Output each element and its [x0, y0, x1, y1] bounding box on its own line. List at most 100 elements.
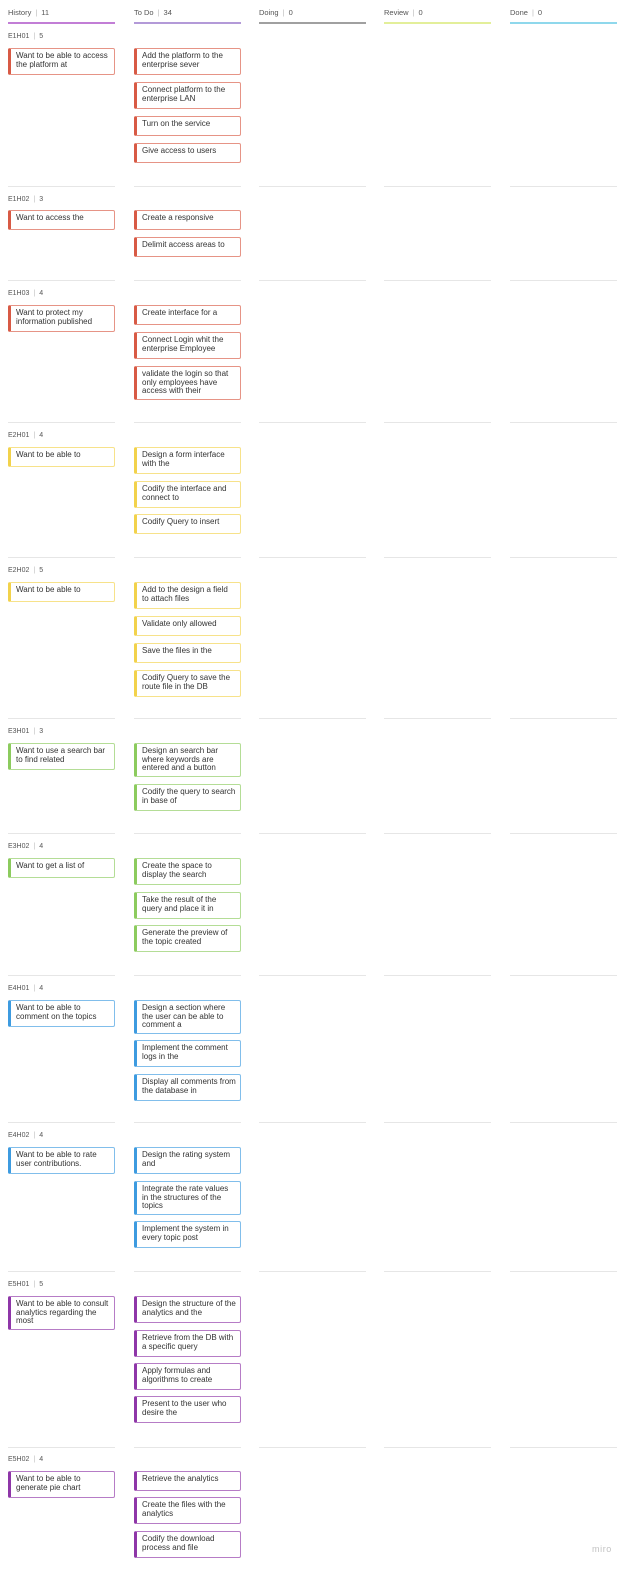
todo-card[interactable]: Delimit access areas to: [134, 237, 241, 257]
count-separator: |: [33, 1281, 36, 1288]
todo-card[interactable]: Implement the comment logs in the: [134, 1040, 241, 1067]
column-header-review[interactable]: Review | 0: [384, 0, 491, 25]
swimlane-id: E5H02: [8, 1456, 30, 1463]
todo-card[interactable]: validate the login so that only employee…: [134, 366, 241, 400]
swimlane-divider: [259, 422, 366, 423]
swimlane-divider: [134, 718, 241, 719]
swimlane-label-e3h01[interactable]: E3H01 | 3: [8, 728, 43, 735]
swimlane-count: 3: [39, 728, 44, 735]
history-card[interactable]: Want to be able to generate pie chart: [8, 1471, 115, 1498]
todo-card[interactable]: Apply formulas and algorithms to create: [134, 1363, 241, 1390]
count-separator: |: [33, 196, 36, 203]
swimlane-divider: [134, 1122, 241, 1123]
column-header-doing[interactable]: Doing | 0: [259, 0, 366, 25]
swimlane-divider: [134, 557, 241, 558]
kanban-board: History | 11 To Do | 34 Doing | 0 Review | 0 Done | 0 E…: [0, 0, 632, 1580]
todo-card[interactable]: Design the rating system and: [134, 1147, 241, 1174]
column-header-done[interactable]: Done | 0: [510, 0, 617, 25]
history-card[interactable]: Want to be able to rate user contributio…: [8, 1147, 115, 1174]
todo-card[interactable]: Codify the download process and file: [134, 1531, 241, 1558]
column-color-bar: [510, 22, 617, 24]
todo-card[interactable]: Take the result of the query and place i…: [134, 892, 241, 919]
column-count: 0: [288, 8, 293, 17]
swimlane-divider: [134, 422, 241, 423]
todo-card[interactable]: Turn on the service: [134, 116, 241, 136]
swimlane-divider: [510, 1122, 617, 1123]
swimlane-count: 4: [39, 843, 44, 850]
todo-card[interactable]: Give access to users: [134, 143, 241, 163]
swimlane-divider: [510, 833, 617, 834]
swimlane-label-e1h01[interactable]: E1H01 | 5: [8, 33, 43, 40]
column-title: Done | 0: [510, 8, 542, 17]
todo-card[interactable]: Retrieve the analytics: [134, 1471, 241, 1491]
todo-card[interactable]: Integrate the rate values in the structu…: [134, 1181, 241, 1215]
todo-card[interactable]: Add to the design a field to attach file…: [134, 582, 241, 609]
history-card[interactable]: Want to access the: [8, 210, 115, 230]
swimlane-divider: [259, 833, 366, 834]
history-card[interactable]: Want to be able to access the platform a…: [8, 48, 115, 75]
todo-card[interactable]: Retrieve from the DB with a specific que…: [134, 1330, 241, 1357]
swimlane-divider: [8, 833, 115, 834]
todo-card[interactable]: Codify Query to insert: [134, 514, 241, 534]
todo-card[interactable]: Design an search bar where keywords are …: [134, 743, 241, 777]
todo-card[interactable]: Design a form interface with the: [134, 447, 241, 474]
todo-card[interactable]: Implement the system in every topic post: [134, 1221, 241, 1248]
count-separator: |: [33, 1132, 36, 1139]
swimlane-divider: [510, 718, 617, 719]
todo-card[interactable]: Design a section where the user can be a…: [134, 1000, 241, 1034]
count-separator: |: [33, 728, 36, 735]
swimlane-divider: [384, 280, 491, 281]
column-header-history[interactable]: History | 11: [8, 0, 115, 25]
column-name: To Do: [134, 8, 154, 17]
swimlane-divider: [384, 975, 491, 976]
history-card[interactable]: Want to be able to: [8, 582, 115, 602]
todo-card[interactable]: Codify Query to save the route file in t…: [134, 670, 241, 697]
swimlane-label-e1h02[interactable]: E1H02 | 3: [8, 196, 43, 203]
swimlane-divider: [259, 280, 366, 281]
swimlane-divider: [259, 186, 366, 187]
todo-card[interactable]: Connect Login whit the enterprise Employ…: [134, 332, 241, 359]
history-card[interactable]: Want to protect my information published: [8, 305, 115, 332]
todo-card[interactable]: Create a responsive: [134, 210, 241, 230]
todo-card[interactable]: Save the files in the: [134, 643, 241, 663]
swimlane-label-e5h01[interactable]: E5H01 | 5: [8, 1281, 43, 1288]
history-card[interactable]: Want to be able to comment on the topics: [8, 1000, 115, 1027]
history-card[interactable]: Want to be able to: [8, 447, 115, 467]
swimlane-label-e4h02[interactable]: E4H02 | 4: [8, 1132, 43, 1139]
swimlane-label-e2h02[interactable]: E2H02 | 5: [8, 567, 43, 574]
todo-card[interactable]: Codify the interface and connect to: [134, 481, 241, 508]
todo-card[interactable]: Design the structure of the analytics an…: [134, 1296, 241, 1323]
todo-card[interactable]: Display all comments from the database i…: [134, 1074, 241, 1101]
count-separator: |: [33, 290, 36, 297]
swimlane-divider: [384, 422, 491, 423]
column-name: Doing: [259, 8, 279, 17]
swimlane-label-e5h02[interactable]: E5H02 | 4: [8, 1456, 43, 1463]
swimlane-id: E2H01: [8, 432, 30, 439]
todo-card[interactable]: Add the platform to the enterprise sever: [134, 48, 241, 75]
swimlane-label-e1h03[interactable]: E1H03 | 4: [8, 290, 43, 297]
swimlane-count: 4: [39, 985, 44, 992]
swimlane-label-e3h02[interactable]: E3H02 | 4: [8, 843, 43, 850]
todo-card[interactable]: Create interface for a: [134, 305, 241, 325]
swimlane-id: E1H02: [8, 196, 30, 203]
todo-card[interactable]: Generate the preview of the topic create…: [134, 925, 241, 952]
history-card[interactable]: Want to be able to consult analytics reg…: [8, 1296, 115, 1330]
history-card[interactable]: Want to get a list of: [8, 858, 115, 878]
count-separator: |: [412, 8, 415, 17]
todo-card[interactable]: Present to the user who desire the: [134, 1396, 241, 1423]
todo-card[interactable]: Codify the query to search in base of: [134, 784, 241, 811]
swimlane-label-e4h01[interactable]: E4H01 | 4: [8, 985, 43, 992]
todo-card[interactable]: Validate only allowed: [134, 616, 241, 636]
todo-card[interactable]: Create the space to display the search: [134, 858, 241, 885]
swimlane-count: 5: [39, 567, 44, 574]
column-header-to-do[interactable]: To Do | 34: [134, 0, 241, 25]
swimlane-count: 4: [39, 1132, 44, 1139]
miro-watermark: miro: [592, 1544, 612, 1554]
todo-card[interactable]: Create the files with the analytics: [134, 1497, 241, 1524]
todo-card[interactable]: Connect platform to the enterprise LAN: [134, 82, 241, 109]
swimlane-divider: [384, 1447, 491, 1448]
swimlane-divider: [8, 280, 115, 281]
swimlane-divider: [259, 1122, 366, 1123]
history-card[interactable]: Want to use a search bar to find related: [8, 743, 115, 770]
swimlane-label-e2h01[interactable]: E2H01 | 4: [8, 432, 43, 439]
